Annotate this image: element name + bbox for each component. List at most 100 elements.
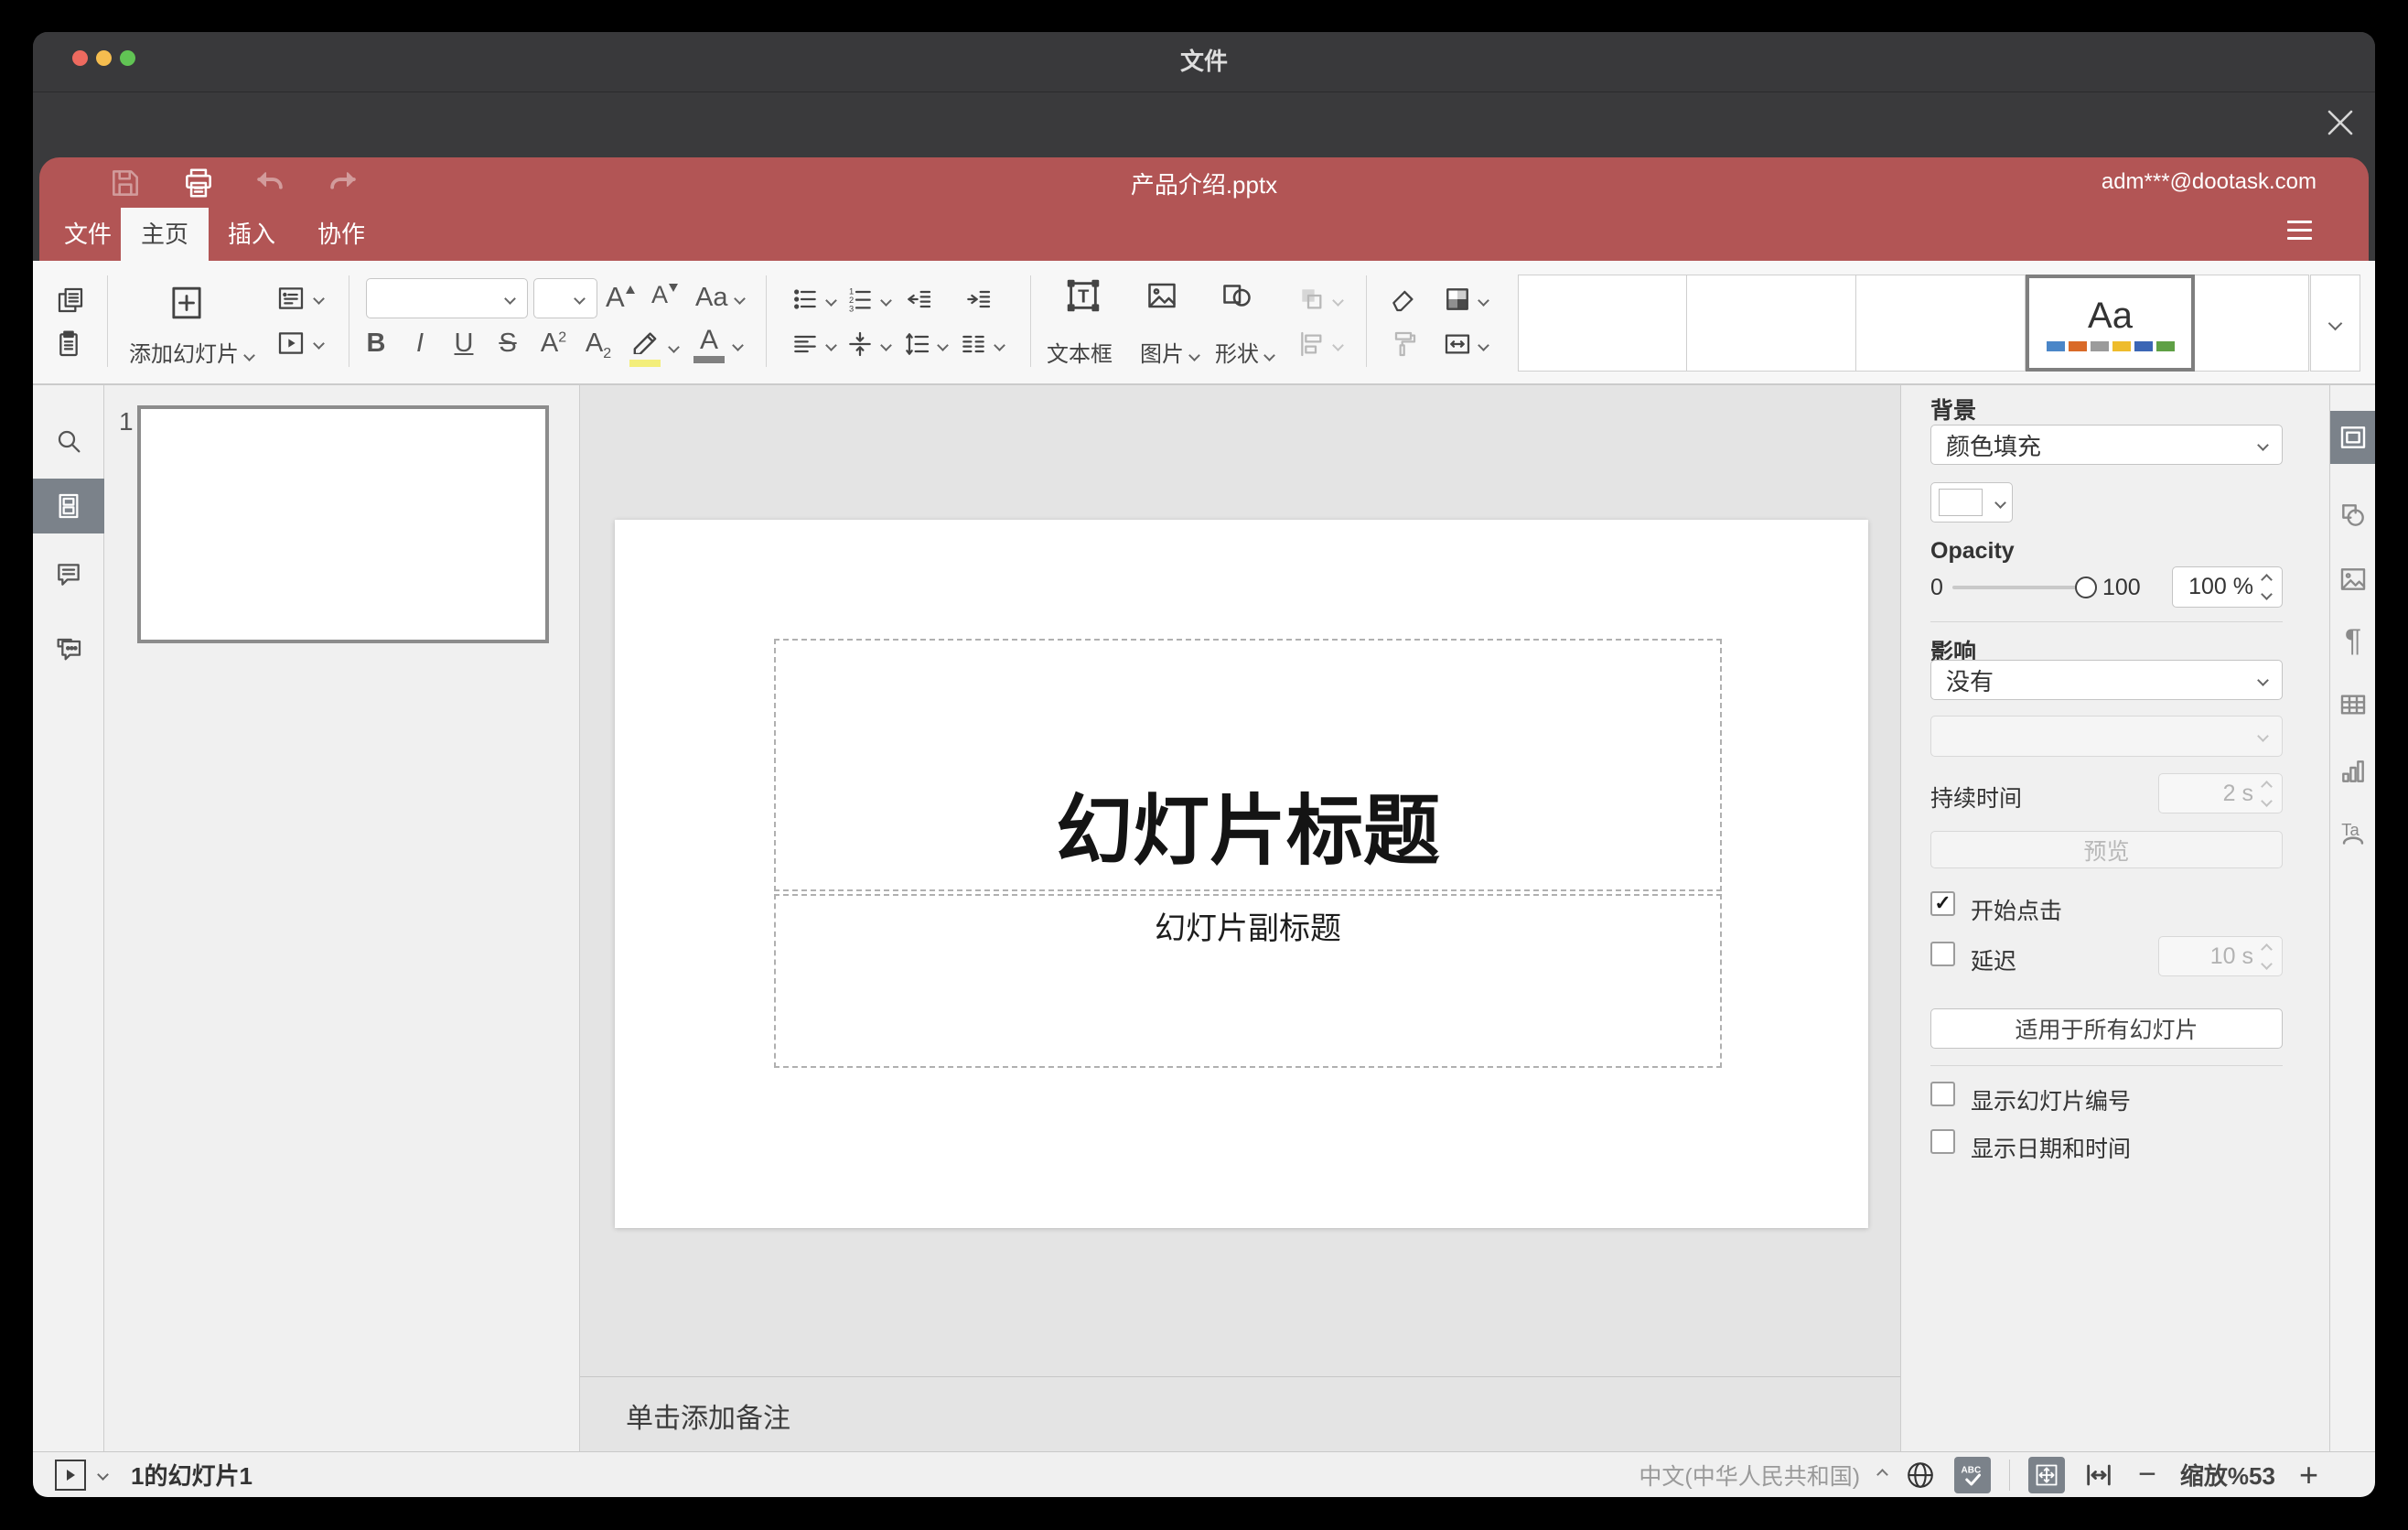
slide-size-button[interactable] — [1443, 329, 1489, 363]
theme-tile[interactable] — [2195, 275, 2309, 372]
chevron-down-icon — [825, 295, 837, 307]
slide-subtitle-placeholder[interactable]: 幻灯片副标题 — [774, 894, 1722, 1068]
tab-file[interactable]: 文件 — [55, 208, 121, 261]
slide[interactable]: 幻灯片标题 幻灯片副标题 — [615, 520, 1868, 1228]
shape-settings-icon[interactable] — [2330, 489, 2375, 542]
copy-icon[interactable] — [56, 286, 85, 319]
opacity-slider-handle[interactable] — [2075, 576, 2097, 598]
theme-tile[interactable] — [1687, 275, 1856, 372]
effect-type-select[interactable] — [1930, 716, 2283, 757]
subscript-button[interactable]: A2 — [580, 329, 617, 362]
background-color-picker[interactable] — [1930, 482, 2013, 523]
arrange-shape-button[interactable] — [1297, 285, 1344, 318]
zoom-out-button[interactable]: − — [2138, 1457, 2156, 1492]
chart-settings-icon[interactable] — [2330, 745, 2375, 798]
theme-gallery-expand-button[interactable] — [2310, 275, 2360, 372]
spin-down-icon[interactable] — [2261, 588, 2273, 600]
menu-icon[interactable] — [2287, 221, 2312, 241]
numbered-list-button[interactable]: 123 — [845, 285, 892, 318]
theme-tile-selected[interactable]: Aa — [2026, 275, 2195, 372]
slide-title-placeholder[interactable]: 幻灯片标题 — [774, 639, 1722, 891]
notes-area[interactable]: 单击添加备注 — [580, 1376, 1900, 1451]
add-slide-icon[interactable] — [168, 285, 205, 321]
spin-up-icon[interactable] — [2261, 574, 2273, 586]
slide-thumbnail[interactable] — [137, 405, 549, 643]
strikethrough-button[interactable]: S — [489, 329, 526, 359]
chevron-up-icon[interactable] — [1876, 1469, 1888, 1481]
chat-icon[interactable] — [33, 621, 104, 676]
apply-to-all-slides-button[interactable]: 适用于所有幻灯片 — [1930, 1008, 2283, 1049]
chevron-down-icon — [825, 339, 837, 351]
line-spacing-button[interactable] — [902, 329, 949, 363]
font-name-select[interactable] — [366, 278, 528, 318]
duration-input[interactable]: 2 s — [2158, 773, 2283, 813]
delay-input[interactable]: 10 s — [2158, 936, 2283, 976]
tab-insert[interactable]: 插入 — [219, 208, 285, 261]
spellcheck-icon[interactable]: ABC — [1954, 1456, 1992, 1493]
align-shape-button[interactable] — [1297, 329, 1344, 363]
paragraph-settings-icon[interactable]: ¶ — [2330, 614, 2375, 667]
shape-button[interactable]: 形状 — [1215, 336, 1275, 368]
opacity-input[interactable]: 100 % — [2172, 566, 2283, 608]
image-button[interactable]: 图片 — [1140, 336, 1200, 368]
start-slideshow-button[interactable] — [276, 329, 325, 362]
start-on-click-checkbox[interactable]: ✓ — [1930, 891, 1955, 916]
delay-checkbox[interactable] — [1930, 942, 1955, 966]
set-language-icon[interactable] — [1905, 1460, 1936, 1491]
spin-down-icon[interactable] — [2261, 957, 2273, 970]
image-settings-icon[interactable] — [2330, 553, 2375, 606]
highlight-color-button[interactable] — [629, 329, 680, 367]
increase-font-button[interactable]: A — [606, 281, 635, 314]
slides-panel-icon[interactable] — [33, 479, 104, 533]
underline-button[interactable]: U — [446, 329, 482, 359]
fit-slide-icon[interactable] — [2028, 1456, 2066, 1493]
opacity-slider[interactable] — [1952, 586, 2086, 589]
decrease-indent-button[interactable] — [904, 285, 933, 318]
background-fill-select[interactable]: 颜色填充 — [1930, 425, 2283, 465]
change-case-button[interactable]: Aa — [695, 283, 746, 313]
add-slide-button[interactable]: 添加幻灯片 — [129, 336, 255, 368]
vertical-align-button[interactable] — [845, 329, 892, 363]
theme-tile[interactable] — [1518, 275, 1687, 372]
language-label[interactable]: 中文(中华人民共和国) — [1639, 1459, 1860, 1492]
slide-layout-button[interactable] — [276, 284, 325, 318]
fit-width-icon[interactable] — [2083, 1460, 2114, 1491]
start-slideshow-status-button[interactable] — [55, 1459, 86, 1491]
table-settings-icon[interactable] — [2330, 678, 2375, 731]
spin-up-icon[interactable] — [2261, 943, 2273, 955]
theme-tile[interactable] — [1856, 275, 2026, 372]
spin-down-icon[interactable] — [2261, 794, 2273, 807]
italic-button[interactable]: I — [402, 329, 438, 359]
font-color-button[interactable]: A — [693, 327, 744, 363]
horizontal-align-button[interactable] — [790, 329, 837, 363]
font-size-select[interactable] — [533, 278, 597, 318]
preview-button[interactable]: 预览 — [1930, 831, 2283, 868]
color-scheme-button[interactable] — [1443, 285, 1489, 318]
paste-icon[interactable] — [56, 329, 85, 363]
divider — [1930, 1065, 2283, 1066]
increase-indent-button[interactable] — [963, 285, 993, 318]
show-slide-number-checkbox[interactable] — [1930, 1082, 1955, 1106]
screen: 文件 产品介绍.pptx adm***@dootask.com 主页 文件 插入… — [0, 0, 2408, 1530]
bold-button[interactable]: B — [358, 329, 394, 359]
tab-home[interactable]: 主页 — [121, 208, 209, 261]
clear-style-icon[interactable] — [1389, 285, 1418, 318]
effect-select[interactable]: 没有 — [1930, 660, 2283, 700]
copy-style-icon[interactable] — [1389, 329, 1418, 363]
spin-up-icon[interactable] — [2261, 780, 2273, 792]
text-art-settings-icon[interactable]: Ta — [2330, 806, 2375, 859]
chevron-down-icon — [733, 292, 746, 305]
superscript-button[interactable]: A2 — [535, 329, 572, 359]
decrease-font-button[interactable]: A — [651, 281, 679, 309]
text-box-button[interactable]: 文本框 — [1047, 336, 1113, 368]
search-icon[interactable] — [33, 414, 104, 469]
slide-settings-icon[interactable] — [2330, 411, 2375, 464]
comments-icon[interactable] — [33, 547, 104, 602]
close-icon[interactable] — [2325, 107, 2356, 138]
show-date-time-checkbox[interactable] — [1930, 1129, 1955, 1154]
columns-button[interactable] — [959, 329, 1005, 363]
chevron-down-icon[interactable] — [97, 1469, 109, 1481]
tab-collaboration[interactable]: 协作 — [308, 208, 374, 261]
bullet-list-button[interactable] — [790, 285, 837, 318]
zoom-in-button[interactable]: + — [2299, 1456, 2318, 1494]
